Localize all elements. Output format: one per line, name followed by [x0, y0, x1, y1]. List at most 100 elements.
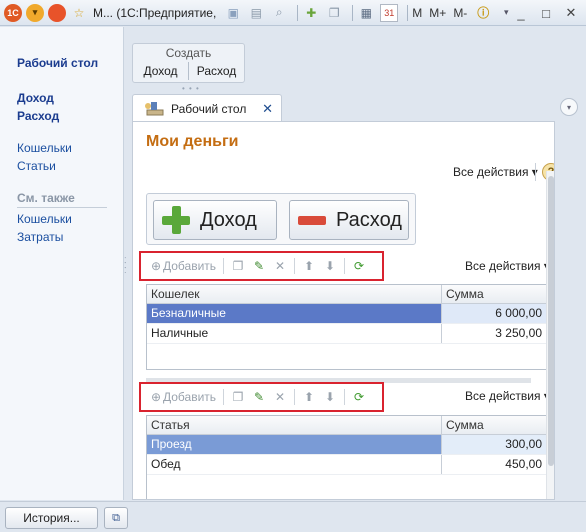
- see-also-header: См. также: [17, 189, 107, 208]
- close-icon[interactable]: ✕: [562, 4, 580, 22]
- table-row[interactable]: Безналичные 6 000,00: [147, 304, 546, 324]
- tab-desktop[interactable]: Рабочий стол ✕: [132, 94, 282, 122]
- move-up-button[interactable]: ⬆: [302, 390, 316, 404]
- add-button[interactable]: ⊕ Добавить: [149, 259, 216, 273]
- info-icon[interactable]: ⓘ: [474, 4, 492, 22]
- create-panel: Создать Доход Расход: [132, 43, 245, 83]
- arrow-down-icon: ⬇: [325, 259, 336, 273]
- desktop-icon: [143, 101, 165, 117]
- calculator-icon[interactable]: ▦: [357, 4, 375, 22]
- app-logo-icon[interactable]: 1С: [4, 3, 22, 22]
- column-header-amount[interactable]: Сумма: [442, 285, 546, 303]
- scrollbar-thumb[interactable]: [548, 176, 554, 466]
- memory-button[interactable]: M: [412, 6, 422, 20]
- separator: [535, 163, 536, 181]
- table-row[interactable]: Проезд 300,00: [147, 435, 546, 455]
- all-actions-menu[interactable]: Все действия ▾: [453, 165, 538, 179]
- column-header-article[interactable]: Статья: [147, 416, 442, 434]
- delete-icon: ✕: [275, 390, 286, 404]
- copy-icon[interactable]: ❐: [325, 4, 343, 22]
- delete-button[interactable]: ✕: [273, 259, 287, 273]
- tab-label: Рабочий стол: [171, 101, 247, 116]
- sidebar-item-expense[interactable]: Расход: [17, 107, 123, 125]
- page-title: Мои деньги: [146, 133, 239, 150]
- column-header-wallet[interactable]: Кошелек: [147, 285, 442, 303]
- move-up-button[interactable]: ⬆: [302, 259, 316, 273]
- wallets-table: Кошелек Сумма Безналичные 6 000,00 Налич…: [146, 284, 547, 370]
- preview-icon[interactable]: ⌕: [270, 4, 288, 22]
- add-icon: ⊕: [150, 259, 162, 273]
- tab-close-icon[interactable]: ✕: [262, 101, 273, 117]
- calendar-icon[interactable]: 31: [380, 3, 399, 22]
- save-icon[interactable]: ▣: [224, 4, 242, 22]
- tabs-menu-icon[interactable]: ▾: [560, 98, 578, 116]
- delete-icon: ✕: [275, 259, 286, 273]
- refresh-button[interactable]: ⟳: [352, 259, 366, 273]
- delete-button[interactable]: ✕: [273, 390, 287, 404]
- copy-button[interactable]: ❐: [231, 259, 245, 273]
- table-row[interactable]: Наличные 3 250,00: [147, 324, 546, 344]
- income-button-label: Доход: [200, 208, 257, 231]
- copy-icon: ❐: [232, 259, 244, 273]
- status-bar: История... ⧉: [0, 501, 586, 532]
- sections-sidebar: Рабочий стол Доход Расход Кошельки Стать…: [0, 27, 124, 500]
- see-also-item-costs[interactable]: Затраты: [17, 228, 123, 246]
- quick-actions-group: Доход Расход: [146, 193, 416, 245]
- refresh-button[interactable]: ⟳: [352, 390, 366, 404]
- minimize-icon[interactable]: _: [512, 4, 530, 22]
- main-menu-icon[interactable]: ▾: [26, 3, 44, 22]
- arrow-up-icon: ⬆: [304, 390, 315, 404]
- stop-icon[interactable]: [48, 3, 66, 22]
- add-favorite-icon[interactable]: ✚: [302, 4, 320, 22]
- memory-plus-button[interactable]: M+: [429, 6, 446, 20]
- wallets-toolbar: ⊕ Добавить ❐ ✎ ✕ ⬆ ⬇ ⟳: [139, 251, 384, 281]
- plus-icon: [162, 206, 190, 234]
- refresh-icon: ⟳: [354, 259, 365, 273]
- content-scrollbar[interactable]: [546, 171, 554, 499]
- sidebar-item-wallets[interactable]: Кошельки: [17, 139, 123, 157]
- articles-all-actions[interactable]: Все действия ▾: [465, 389, 550, 403]
- table-row[interactable]: Обед 450,00: [147, 455, 546, 475]
- column-header-amount[interactable]: Сумма: [442, 416, 546, 434]
- print-icon[interactable]: ▤: [247, 4, 265, 22]
- title-bar: 1С ▾ ☆ М... (1С:Предприятие, ▣ ▤ ⌕ ✚ ❐ ▦…: [0, 0, 586, 26]
- copy-icon: ❐: [232, 390, 244, 404]
- minus-icon: [298, 206, 326, 234]
- expense-button[interactable]: Расход: [289, 200, 409, 240]
- sidebar-splitter-grip[interactable]: ⁚ ⁚ ⁚: [124, 257, 130, 275]
- tab-bar: Рабочий стол ✕ ▾: [132, 94, 578, 122]
- articles-table: Статья Сумма Проезд 300,00 Обед 450,00: [146, 415, 547, 499]
- sidebar-item-articles[interactable]: Статьи: [17, 157, 123, 175]
- edit-button[interactable]: ✎: [252, 259, 266, 273]
- maximize-icon[interactable]: □: [537, 4, 555, 22]
- see-also-item-wallets[interactable]: Кошельки: [17, 210, 123, 228]
- history-button[interactable]: История...: [5, 507, 98, 529]
- windows-list-icon[interactable]: ⧉: [104, 507, 128, 529]
- edit-button[interactable]: ✎: [252, 390, 266, 404]
- favorites-star-icon[interactable]: ☆: [70, 4, 88, 22]
- add-button[interactable]: ⊕ Добавить: [149, 390, 216, 404]
- articles-toolbar: ⊕ Добавить ❐ ✎ ✕ ⬆ ⬇ ⟳: [139, 382, 384, 412]
- arrow-up-icon: ⬆: [304, 259, 315, 273]
- wallets-all-actions[interactable]: Все действия ▾: [465, 259, 550, 273]
- memory-minus-button[interactable]: M-: [453, 6, 467, 20]
- move-down-button[interactable]: ⬇: [323, 390, 337, 404]
- pencil-icon: ✎: [254, 259, 265, 273]
- pencil-icon: ✎: [254, 390, 265, 404]
- create-expense-link[interactable]: Расход: [189, 62, 244, 80]
- toolbar-separator: [407, 4, 409, 21]
- window-title: М... (1С:Предприятие,: [93, 5, 217, 20]
- move-down-button[interactable]: ⬇: [323, 259, 337, 273]
- panel-splitter-grip[interactable]: • • •: [182, 84, 200, 93]
- sidebar-title[interactable]: Рабочий стол: [17, 56, 123, 70]
- arrow-down-icon: ⬇: [325, 390, 336, 404]
- desktop-content: Мои деньги Все действия ▾ ? Доход Расход…: [132, 121, 555, 500]
- sidebar-item-income[interactable]: Доход: [17, 89, 123, 107]
- toolbar-separator: [352, 4, 354, 21]
- toolbar-separator: [297, 4, 299, 21]
- create-income-link[interactable]: Доход: [133, 62, 189, 80]
- add-icon: ⊕: [150, 390, 162, 404]
- expense-button-label: Расход: [336, 208, 402, 231]
- copy-button[interactable]: ❐: [231, 390, 245, 404]
- income-button[interactable]: Доход: [153, 200, 277, 240]
